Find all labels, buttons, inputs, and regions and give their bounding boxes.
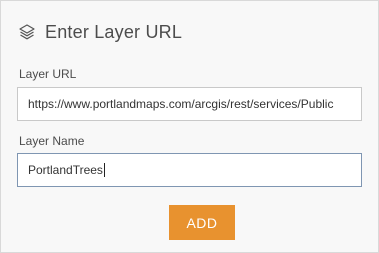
text-caret — [103, 162, 105, 177]
layer-name-value: PortlandTrees — [28, 163, 103, 177]
layer-name-label: Layer Name — [19, 134, 85, 148]
panel-title: Enter Layer URL — [45, 21, 183, 42]
layer-url-value: https://www.portlandmaps.com/arcgis/rest… — [28, 97, 334, 111]
layer-url-input[interactable]: https://www.portlandmaps.com/arcgis/rest… — [17, 87, 362, 121]
panel-header: Enter Layer URL — [18, 18, 182, 46]
layers-icon — [18, 23, 36, 41]
layer-url-label: Layer URL — [19, 67, 77, 81]
add-button[interactable]: ADD — [169, 205, 235, 240]
layer-name-input[interactable]: PortlandTrees — [17, 153, 362, 187]
enter-layer-url-panel: Enter Layer URL Layer URL https://www.po… — [0, 0, 379, 253]
